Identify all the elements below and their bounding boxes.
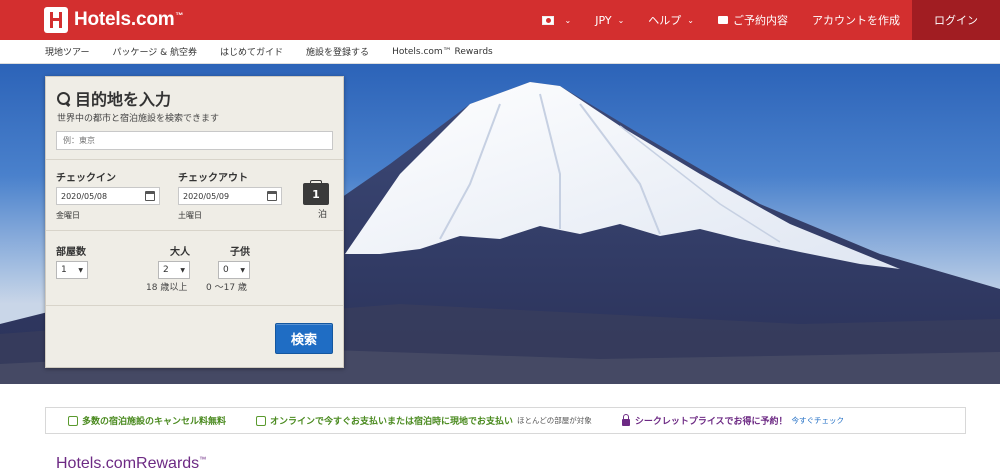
search-subtitle: 世界中の都市と宿泊施設を検索できます [57,114,220,124]
calendar-check-icon [68,415,78,426]
rooms-value: 1 [61,265,67,275]
create-account-link[interactable]: アカウントを作成 [800,0,912,40]
subnav-item-guide[interactable]: はじめてガイド [220,45,283,58]
chevron-down-icon: ⌄ [564,15,572,25]
logo-text: Hotels.com™ [74,9,184,30]
adults-select[interactable]: 2 ▼ [158,261,190,279]
checkout-day-of-week: 土曜日 [178,211,202,220]
create-account-label: アカウントを作成 [812,14,900,27]
benefit-secret-price: シークレットプライスでお得に予約！ 今すぐチェック [621,414,845,427]
help-menu[interactable]: ヘルプ ⌄ [636,0,706,40]
children-value: 0 [223,265,229,275]
suitcase-icon [718,16,728,24]
dropdown-arrow-icon: ▼ [240,267,245,274]
children-age-note: 0 〜17 歳 [206,283,247,293]
hotels-logo-icon [44,7,68,33]
login-label: ログイン [934,14,978,27]
payment-icon [256,415,267,426]
checkout-label: チェックアウト [178,173,248,184]
benefits-bar: 多数の宿泊施設のキャンセル料無料 オンラインで今すぐお支払いまたは宿泊時に現地で… [45,407,966,434]
pay-option-note: ほとんどの部屋が対象 [517,416,592,425]
header-nav: ⌄ JPY ⌄ ヘルプ ⌄ ご予約内容 アカウントを作成 ログイン [530,0,1000,40]
benefit-pay-option: オンラインで今すぐお支払いまたは宿泊時に現地でお支払い ほとんどの部屋が対象 [256,414,592,427]
free-cancel-text: 多数の宿泊施設のキャンセル料無料 [82,417,227,427]
checkin-label: チェックイン [56,173,116,184]
lock-icon [621,414,630,426]
dropdown-arrow-icon: ▼ [78,267,83,274]
rewards-tm: ™ [199,456,207,464]
language-selector[interactable]: ⌄ [530,0,584,40]
benefit-free-cancel: 多数の宿泊施設のキャンセル料無料 [68,414,226,427]
japan-flag-icon [541,15,554,25]
hotels-logo[interactable]: Hotels.com™ [44,7,183,33]
children-select[interactable]: 0 ▼ [218,261,250,279]
sub-navigation: 現地ツアー パッケージ & 航空券 はじめてガイド 施設を登録する Hotels… [0,40,1000,64]
checkout-date-input[interactable]: 2020/05/09 [178,187,282,205]
divider [46,159,343,160]
divider [46,305,343,306]
calendar-icon[interactable] [267,191,277,201]
adults-label: 大人 [170,247,190,258]
hotels-rewards-logo[interactable]: Hotels.comRewards™ [56,455,206,473]
chevron-down-icon: ⌄ [687,15,694,25]
nights-count-badge: 1 [303,180,329,205]
search-icon [56,91,71,106]
search-panel-title: 目的地を入力 [56,86,171,110]
help-label: ヘルプ [648,14,682,27]
adults-age-note: 18 歳以上 [146,283,188,293]
login-button[interactable]: ログイン [912,0,1000,40]
secret-price-link[interactable]: 今すぐチェック [792,415,845,426]
chevron-down-icon: ⌄ [617,15,625,25]
search-panel: 目的地を入力 世界中の都市と宿泊施設を検索できます チェックイン 2020/05… [45,76,344,368]
rewards-logo-text-b: Rewards [136,455,200,472]
adults-value: 2 [163,265,169,275]
children-label: 子供 [230,247,250,258]
subnav-item-list-property[interactable]: 施設を登録する [306,45,369,58]
currency-selector[interactable]: JPY ⌄ [583,0,636,40]
currency-label: JPY [595,13,612,27]
subnav-item-rewards[interactable]: Hotels.com™ Rewards [392,47,493,57]
secret-price-text: シークレットプライスでお得に予約！ [634,417,788,427]
reservations-link[interactable]: ご予約内容 [706,0,800,40]
subnav-item-tours[interactable]: 現地ツアー [45,45,89,58]
search-button[interactable]: 検索 [275,323,333,354]
nights-label: 泊 [318,210,328,220]
top-header: Hotels.com™ ⌄ JPY ⌄ ヘルプ ⌄ ご予約内容 アカウントを作成… [0,0,1000,40]
divider [46,230,343,231]
dropdown-arrow-icon: ▼ [180,267,185,274]
destination-input[interactable] [56,131,333,150]
subnav-item-packages[interactable]: パッケージ & 航空券 [112,45,197,58]
pay-option-text: オンラインで今すぐお支払いまたは宿泊時に現地でお支払い [270,417,514,427]
checkin-date-input[interactable]: 2020/05/08 [56,187,160,205]
search-title-text: 目的地を入力 [75,90,172,109]
rooms-label: 部屋数 [56,247,86,258]
rooms-select[interactable]: 1 ▼ [56,261,88,279]
checkin-date-value: 2020/05/08 [61,191,108,201]
checkout-date-value: 2020/05/09 [183,191,230,201]
checkin-day-of-week: 金曜日 [56,211,80,220]
rewards-logo-text-a: Hotels.com [56,455,137,472]
calendar-icon[interactable] [145,191,155,201]
reservations-label: ご予約内容 [733,14,788,27]
